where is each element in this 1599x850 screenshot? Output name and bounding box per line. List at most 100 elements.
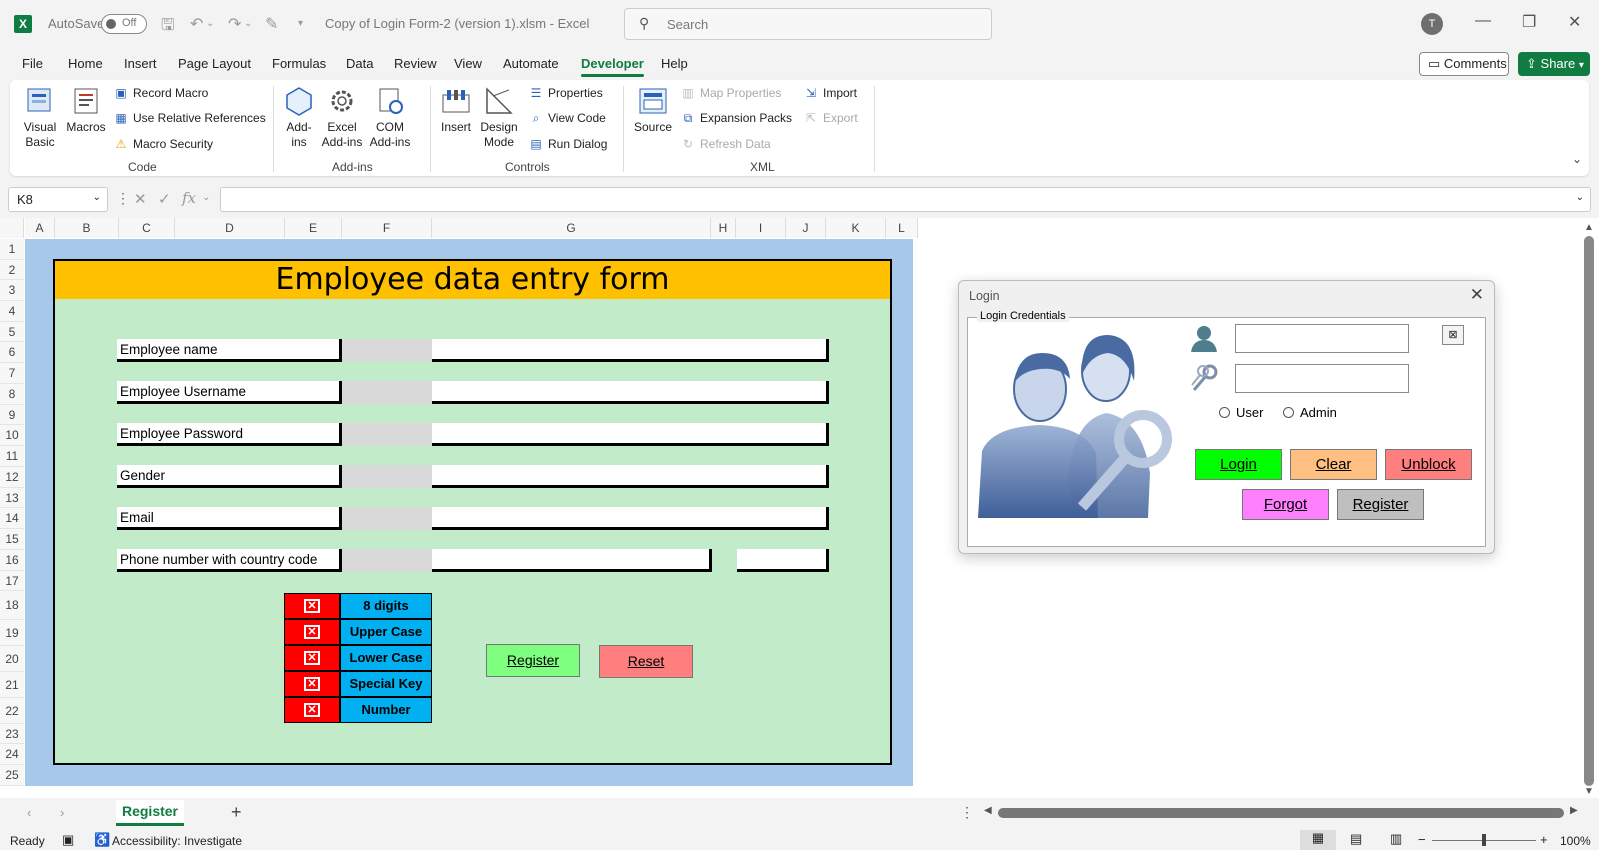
zoom-out-icon[interactable]: − bbox=[1418, 832, 1426, 847]
unblock-button[interactable]: Unblock bbox=[1385, 449, 1472, 480]
vertical-scrollbar[interactable] bbox=[1584, 236, 1594, 786]
tab-page-layout[interactable]: Page Layout bbox=[178, 56, 251, 71]
insert-function-icon[interactable]: fx bbox=[182, 189, 196, 207]
share-button[interactable]: ⇪ Share ▾ bbox=[1518, 52, 1590, 76]
password-input[interactable] bbox=[1235, 364, 1409, 393]
horizontal-scrollbar[interactable] bbox=[998, 808, 1564, 818]
row-header[interactable]: 12 bbox=[0, 467, 24, 488]
tab-review[interactable]: Review bbox=[394, 56, 437, 71]
relative-references-button[interactable]: ▦ Use Relative References bbox=[113, 111, 265, 125]
column-header[interactable]: K bbox=[826, 218, 886, 238]
username-input[interactable] bbox=[1235, 324, 1409, 353]
restore-icon[interactable]: ❐ bbox=[1522, 12, 1536, 32]
row-header[interactable]: 21 bbox=[0, 672, 24, 698]
column-header[interactable]: L bbox=[886, 218, 918, 238]
row-header[interactable]: 23 bbox=[0, 724, 24, 744]
search-box[interactable]: ⚲ Search bbox=[624, 8, 992, 40]
zoom-in-icon[interactable]: + bbox=[1540, 832, 1548, 847]
avatar[interactable]: T bbox=[1421, 13, 1443, 35]
tab-help[interactable]: Help bbox=[661, 56, 688, 71]
undo-dropdown-icon[interactable]: ⌄ bbox=[206, 18, 214, 29]
format-painter-icon[interactable]: ✎ bbox=[265, 14, 278, 34]
addins-button[interactable]: Add-ins bbox=[282, 86, 316, 150]
select-all-corner[interactable] bbox=[0, 218, 24, 238]
column-header[interactable]: D bbox=[175, 218, 285, 238]
tab-insert[interactable]: Insert bbox=[124, 56, 157, 71]
row-header[interactable]: 18 bbox=[0, 591, 24, 620]
role-admin-radio[interactable]: Admin bbox=[1283, 405, 1337, 420]
row-header[interactable]: 13 bbox=[0, 488, 24, 508]
sheet-reset-button[interactable]: Reset bbox=[599, 645, 693, 678]
name-box[interactable]: K8 ⌄ bbox=[8, 187, 108, 212]
login-button[interactable]: Login bbox=[1195, 449, 1282, 480]
column-header[interactable]: B bbox=[55, 218, 119, 238]
insert-control-button[interactable]: Insert bbox=[438, 86, 474, 135]
page-break-view-icon[interactable]: ▥ bbox=[1390, 831, 1402, 847]
role-user-radio[interactable]: User bbox=[1219, 405, 1263, 420]
formula-input[interactable]: ⌄ bbox=[220, 187, 1591, 212]
column-header[interactable]: A bbox=[25, 218, 55, 238]
macros-button[interactable]: Macros bbox=[66, 86, 106, 135]
clear-field-icon[interactable]: ⊠ bbox=[1442, 325, 1464, 345]
add-sheet-icon[interactable]: + bbox=[231, 802, 242, 823]
row-header[interactable]: 22 bbox=[0, 698, 24, 724]
sheet-tab-register[interactable]: Register bbox=[116, 800, 184, 826]
page-layout-view-icon[interactable]: ▤ bbox=[1350, 831, 1362, 847]
macro-security-button[interactable]: ⚠ Macro Security bbox=[113, 137, 213, 151]
column-header[interactable]: G bbox=[432, 218, 711, 238]
customize-toolbar-icon[interactable]: ▾ bbox=[298, 18, 303, 29]
tab-file[interactable]: File bbox=[22, 56, 43, 71]
run-dialog-button[interactable]: ▤ Run Dialog bbox=[528, 137, 607, 151]
phone-input[interactable] bbox=[432, 549, 712, 572]
minimize-icon[interactable]: — bbox=[1475, 12, 1491, 30]
zoom-slider-thumb[interactable] bbox=[1482, 834, 1486, 846]
zoom-level[interactable]: 100% bbox=[1560, 834, 1591, 848]
tab-automate[interactable]: Automate bbox=[503, 56, 559, 71]
excel-addins-button[interactable]: Excel Add-ins bbox=[321, 86, 363, 150]
undo-icon[interactable]: ↶ bbox=[190, 14, 203, 34]
row-header[interactable]: 7 bbox=[0, 363, 24, 384]
sheet-register-button[interactable]: Register bbox=[486, 644, 580, 677]
scroll-up-icon[interactable]: ▲ bbox=[1584, 222, 1594, 233]
gender-input[interactable] bbox=[432, 465, 829, 488]
autosave-toggle[interactable]: Off bbox=[101, 14, 147, 34]
scroll-right-icon[interactable]: ▶ bbox=[1570, 805, 1578, 816]
import-button[interactable]: ⇲ Import bbox=[803, 86, 857, 100]
properties-button[interactable]: ☰ Properties bbox=[528, 86, 603, 100]
expand-formula-icon[interactable]: ⌄ bbox=[1576, 192, 1584, 203]
normal-view-icon[interactable]: ▦ bbox=[1300, 830, 1336, 850]
tab-data[interactable]: Data bbox=[346, 56, 373, 71]
scroll-left-icon[interactable]: ◀ bbox=[984, 805, 992, 816]
tab-developer[interactable]: Developer bbox=[581, 56, 644, 77]
clear-button[interactable]: Clear bbox=[1290, 449, 1377, 480]
country-code-input[interactable] bbox=[737, 549, 829, 572]
dialog-register-button[interactable]: Register bbox=[1337, 489, 1424, 520]
column-header[interactable]: J bbox=[786, 218, 826, 238]
row-header[interactable]: 24 bbox=[0, 744, 24, 765]
row-header[interactable]: 10 bbox=[0, 425, 24, 446]
collapse-ribbon-icon[interactable]: ⌄ bbox=[1572, 152, 1582, 166]
row-header[interactable]: 3 bbox=[0, 280, 24, 301]
tab-view[interactable]: View bbox=[454, 56, 482, 71]
row-header[interactable]: 6 bbox=[0, 342, 24, 363]
tab-formulas[interactable]: Formulas bbox=[272, 56, 326, 71]
previous-sheet-icon[interactable]: ‹ bbox=[27, 805, 31, 820]
row-header[interactable]: 1 bbox=[0, 239, 24, 260]
row-header[interactable]: 16 bbox=[0, 550, 24, 571]
macro-recording-icon[interactable]: ▣ bbox=[62, 832, 74, 848]
column-header[interactable]: E bbox=[285, 218, 342, 238]
row-header[interactable]: 14 bbox=[0, 508, 24, 529]
row-header[interactable]: 17 bbox=[0, 571, 24, 591]
cancel-entry-icon[interactable]: ✕ bbox=[134, 190, 147, 208]
accessibility-status[interactable]: Accessibility: Investigate bbox=[112, 834, 242, 848]
row-header[interactable]: 19 bbox=[0, 620, 24, 646]
view-code-button[interactable]: ⌕ View Code bbox=[528, 111, 606, 126]
row-header[interactable]: 4 bbox=[0, 301, 24, 322]
row-header[interactable]: 8 bbox=[0, 384, 24, 405]
accessibility-icon[interactable]: ♿ bbox=[94, 832, 110, 848]
com-addins-button[interactable]: COM Add-ins bbox=[368, 86, 412, 150]
source-button[interactable]: Source bbox=[633, 86, 673, 135]
close-icon[interactable]: ✕ bbox=[1470, 285, 1484, 305]
row-header[interactable]: 9 bbox=[0, 405, 24, 425]
row-header[interactable]: 2 bbox=[0, 260, 24, 280]
